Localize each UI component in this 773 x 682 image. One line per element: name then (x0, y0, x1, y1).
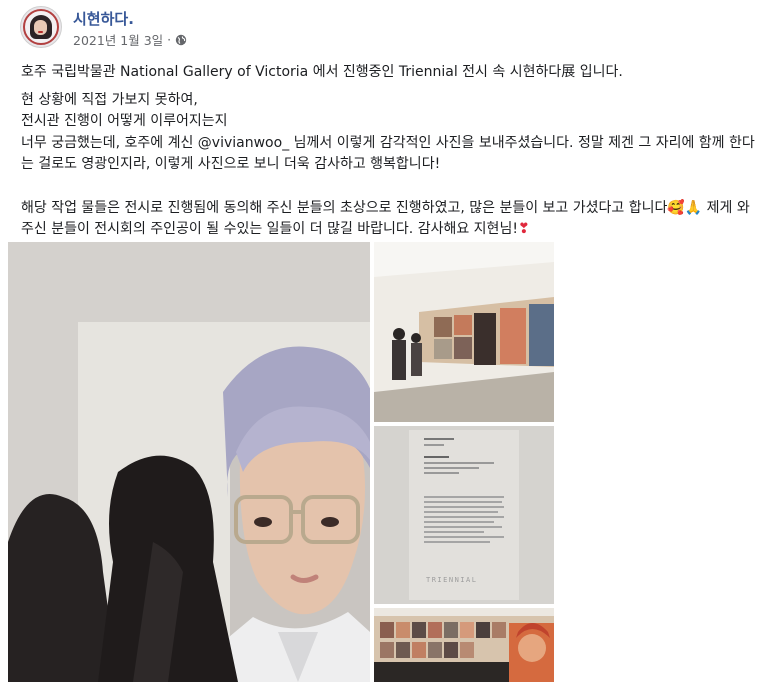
post-meta: 2021년 1월 3일 · (73, 30, 187, 49)
post-paragraph: 너무 궁금했는데, 호주에 계신 @vivianwoo_ 님께서 이렇게 감각적… (21, 134, 755, 173)
post-paragraph: 해당 작업 물들은 전시로 진행됨에 동의해 주신 분들의 초상으로 진행하였고… (21, 198, 756, 241)
author-name-link[interactable]: 시현하다. (73, 8, 134, 29)
post-paragraph: 호주 국립박물관 National Gallery of Victoria 에서… (21, 64, 623, 80)
gallery-illustration (374, 242, 554, 422)
post-date-link[interactable]: 2021년 1월 3일 (73, 30, 163, 49)
post-paragraph: 전시관 진행이 어떻게 이루어지는지 (21, 113, 228, 129)
post-header: 시현하다. 2021년 1월 3일 · (20, 6, 760, 50)
photo-main-portrait[interactable] (8, 242, 370, 682)
meta-separator: · (167, 32, 172, 47)
post-paragraph-text: 해당 작업 물들은 전시로 진행됨에 동의해 주신 분들의 초상으로 진행하였고… (21, 199, 750, 238)
author-avatar[interactable] (20, 6, 62, 48)
post-message: 호주 국립박물관 National Gallery of Victoria 에서… (21, 62, 756, 241)
photo-grid: TRIENNIAL (8, 242, 554, 682)
globe-icon[interactable] (175, 34, 187, 46)
photo-gallery-room[interactable] (374, 242, 554, 422)
photo-artwork-label[interactable]: TRIENNIAL (374, 426, 554, 604)
photo-portrait-wall[interactable] (374, 608, 554, 682)
label-brand: TRIENNIAL (426, 576, 477, 584)
heart-icon: ❣ (517, 221, 530, 237)
wall-illustration (374, 608, 554, 682)
post-paragraph: 현 상황에 직접 가보지 못하여, (21, 91, 198, 108)
portrait-illustration (8, 242, 370, 682)
label-illustration: TRIENNIAL (374, 426, 554, 604)
